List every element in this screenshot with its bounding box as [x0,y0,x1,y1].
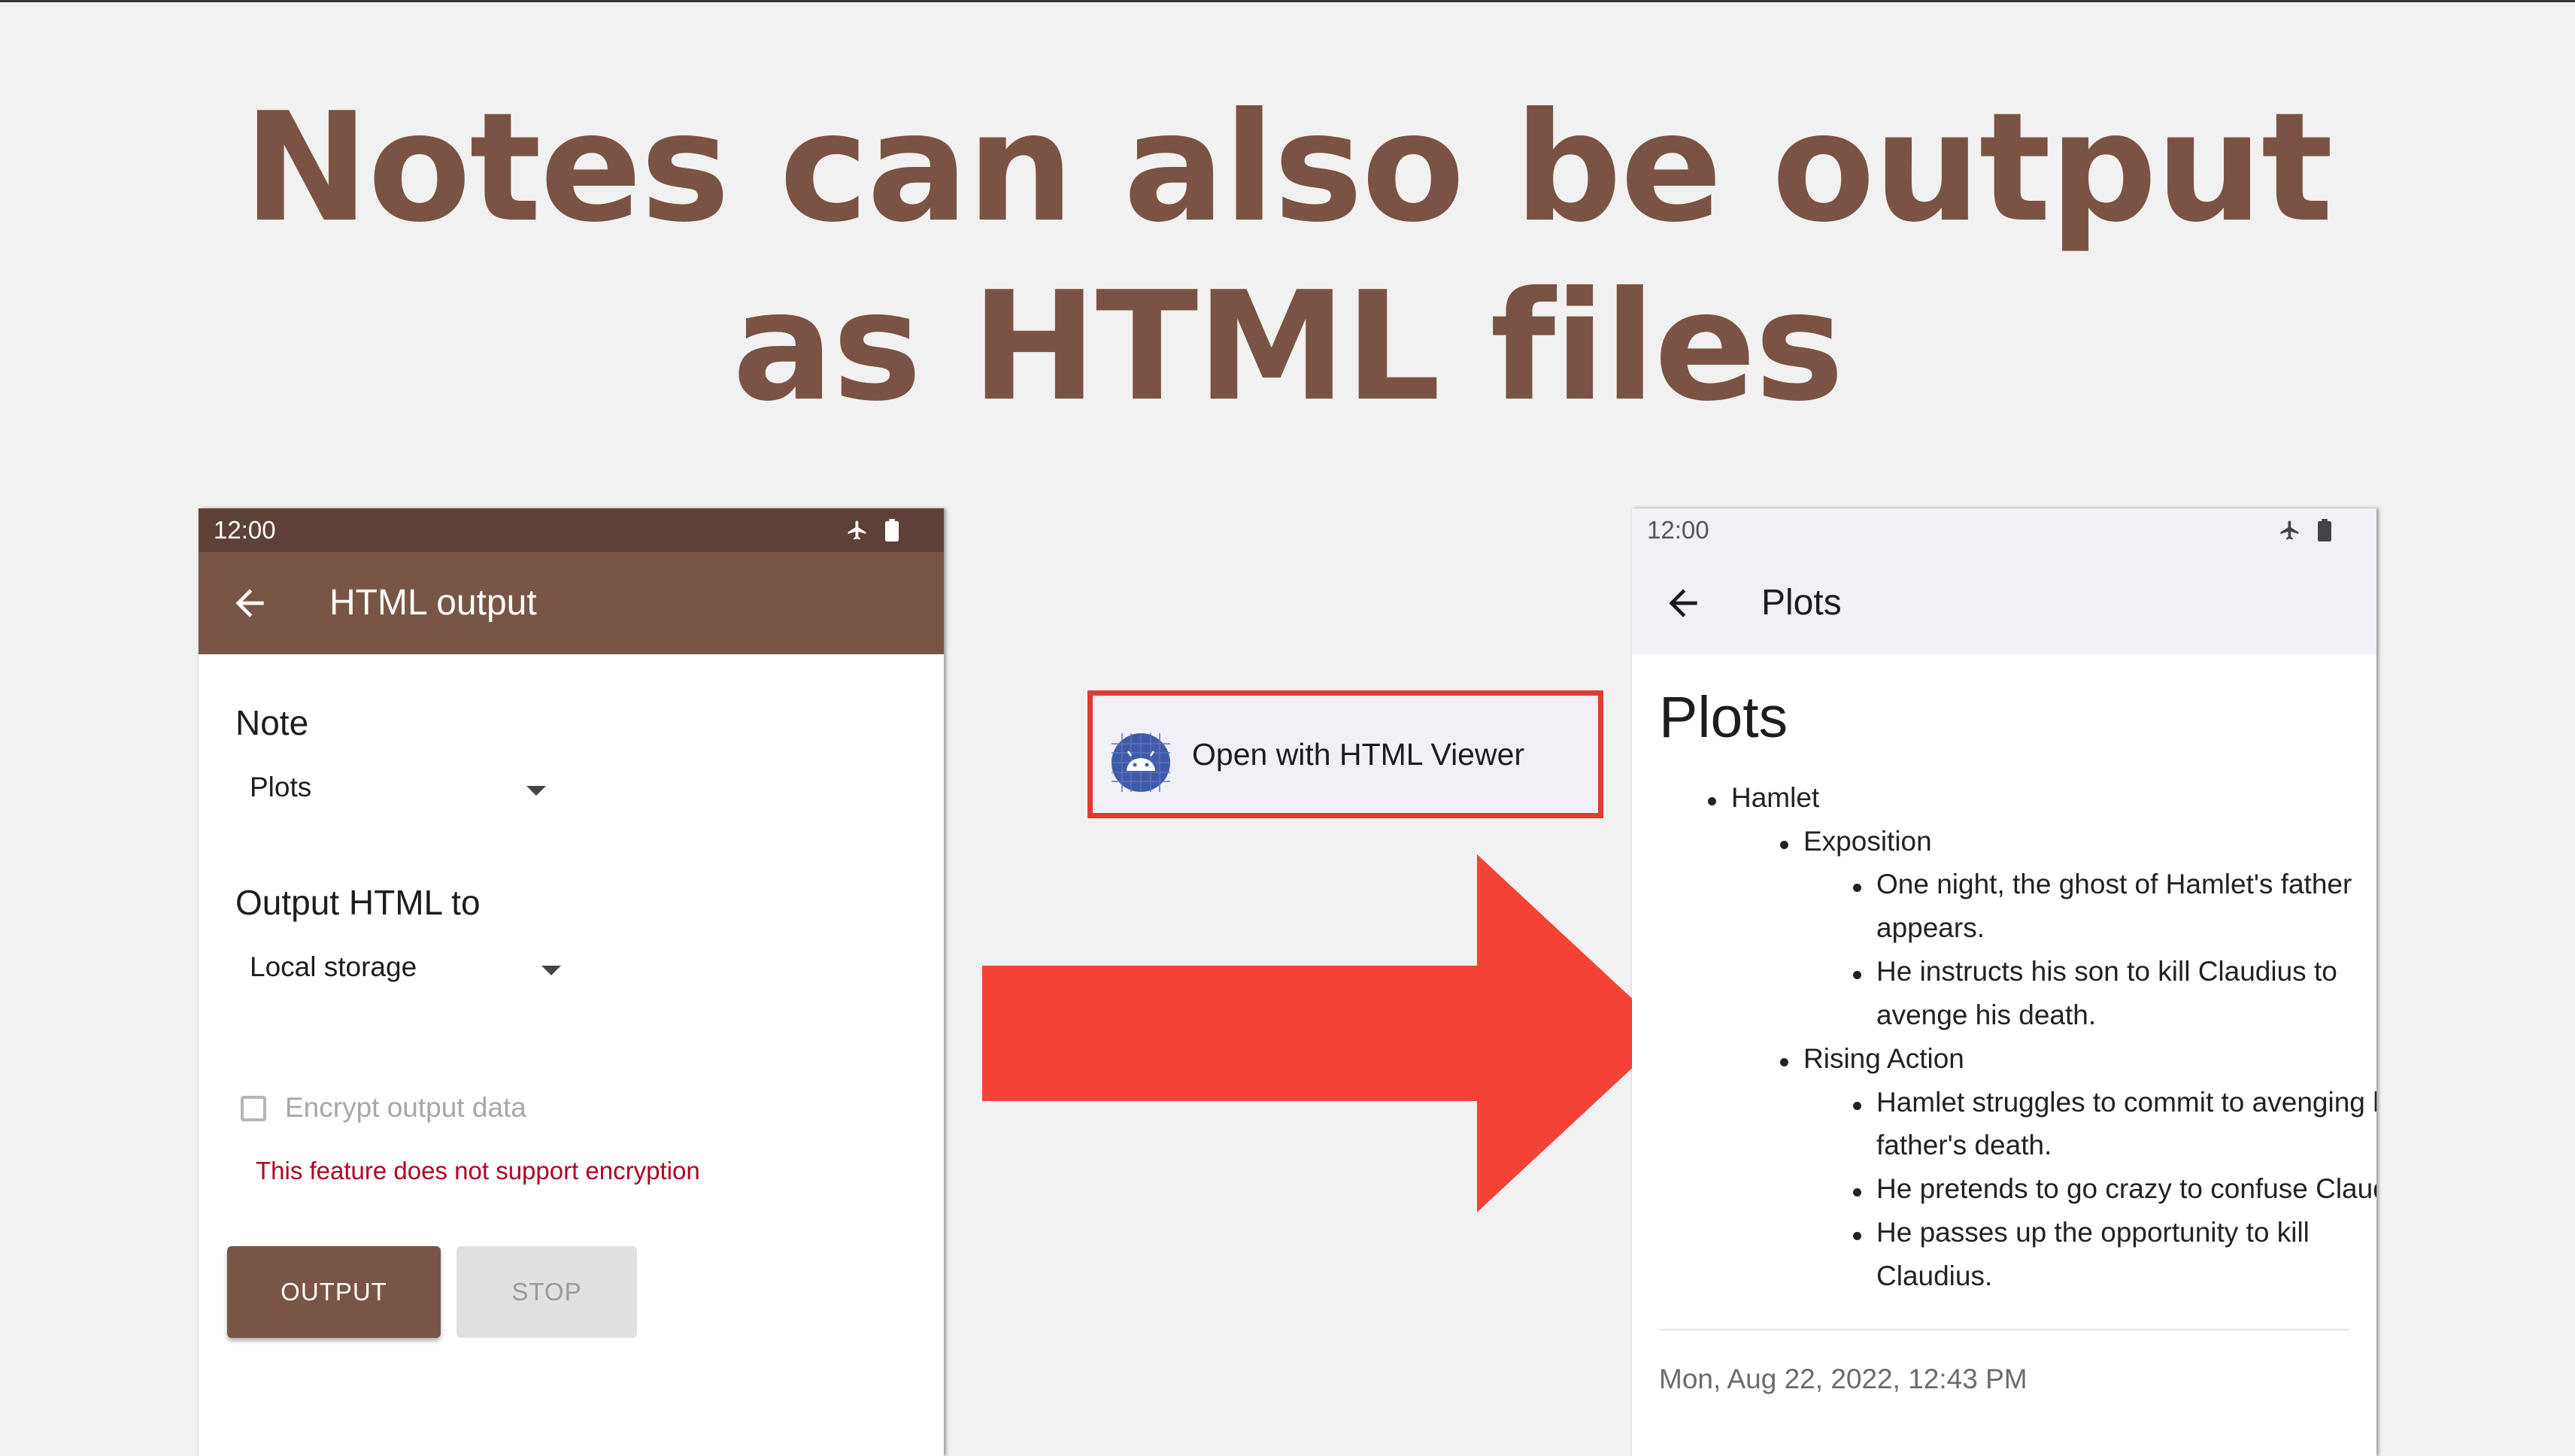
list-item-continuation: appears. [1876,912,1985,943]
list-item: Rising Action [1803,1043,1964,1074]
html-document: Plots Hamlet Exposition One night, the g… [1632,508,2376,1456]
chevron-down-icon [526,786,546,796]
list-bullet [1853,884,1861,892]
list-bullet [1708,797,1716,805]
list-bullet [1780,1058,1788,1066]
list-item: One night, the ghost of Hamlet's father [1876,869,2352,899]
back-arrow-icon[interactable] [229,582,271,624]
list-bullet [1853,971,1861,979]
page-title: HTML output [329,583,537,623]
list-bullet [1853,1102,1861,1110]
app-bar: HTML output [199,552,944,654]
encrypt-checkbox-label: Encrypt output data [285,1092,526,1123]
list-item-continuation: Claudius. [1876,1260,1993,1291]
chevron-down-icon [541,966,561,975]
note-dropdown-value: Plots [250,772,312,802]
top-divider [0,0,2575,2]
list-item: He instructs his son to kill Claudius to [1876,956,2337,987]
status-bar: 12:00 [199,508,944,552]
document-divider [1659,1329,2349,1330]
status-time: 12:00 [214,516,276,544]
output-to-dropdown-value: Local storage [250,951,417,982]
battery-icon [885,519,899,541]
airplane-mode-icon [848,520,866,540]
list-item-continuation: avenge his death. [1876,999,2097,1030]
encryption-error-text: This feature does not support encryption [256,1157,700,1185]
stop-button[interactable]: STOP [456,1246,637,1338]
list-item: Exposition [1803,826,1932,857]
list-item: He pretends to go crazy to confuse Claud… [1876,1173,2376,1204]
document-heading: Plots [1659,685,1788,750]
html-viewer-screen: 12:00 Plots Plots Hamlet Exposition One … [1632,508,2376,1456]
html-output-screen: 12:00 HTML output Note Plots Output HTML… [199,508,944,1456]
list-item-continuation: father's death. [1876,1130,2052,1160]
note-label: Note [235,703,309,742]
android-icon [1112,733,1170,792]
headline-line-1: Notes can also be output [243,80,2334,256]
open-with-html-viewer-label: Open with HTML Viewer [1192,737,1525,772]
headline: Notes can also be output as HTML files [0,79,2575,437]
encrypt-checkbox[interactable] [241,1096,266,1121]
right-arrow-icon [982,854,1670,1212]
headline-line-2: as HTML files [732,259,1844,435]
list-item: Hamlet [1731,782,1820,813]
output-to-label: Output HTML to [235,883,481,922]
list-item: Hamlet struggles to commit to avenging h… [1876,1087,2376,1118]
document-date: Mon, Aug 22, 2022, 12:43 PM [1659,1363,2028,1394]
open-with-html-viewer-option[interactable]: Open with HTML Viewer [1087,690,1603,818]
output-button[interactable]: OUTPUT [227,1246,441,1338]
list-bullet [1780,841,1788,849]
list-bullet [1853,1188,1861,1197]
list-bullet [1853,1232,1861,1240]
list-item: He passes up the opportunity to kill [1876,1217,2310,1248]
